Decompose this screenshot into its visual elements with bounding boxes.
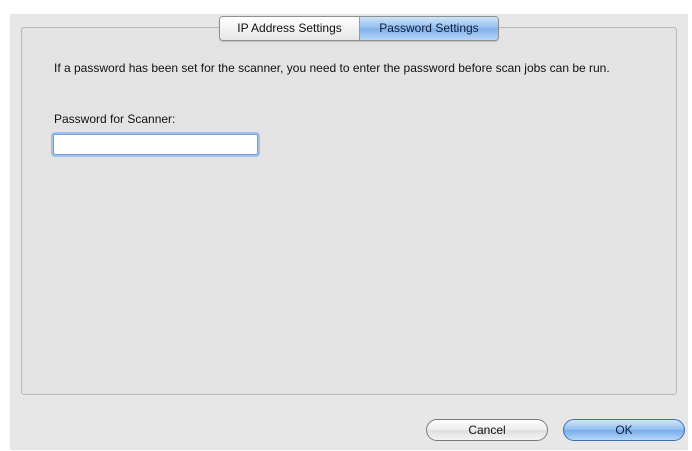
tab-content-panel (21, 27, 677, 395)
ok-button[interactable]: OK (563, 419, 685, 441)
password-field-label: Password for Scanner: (54, 112, 176, 126)
tab-ip-address-settings[interactable]: IP Address Settings (220, 17, 360, 40)
tab-password-settings[interactable]: Password Settings (360, 17, 498, 40)
password-description-text: If a password has been set for the scann… (54, 61, 610, 75)
tab-strip: IP Address Settings Password Settings (219, 16, 499, 41)
cancel-button[interactable]: Cancel (426, 419, 548, 441)
password-input[interactable] (53, 134, 258, 155)
